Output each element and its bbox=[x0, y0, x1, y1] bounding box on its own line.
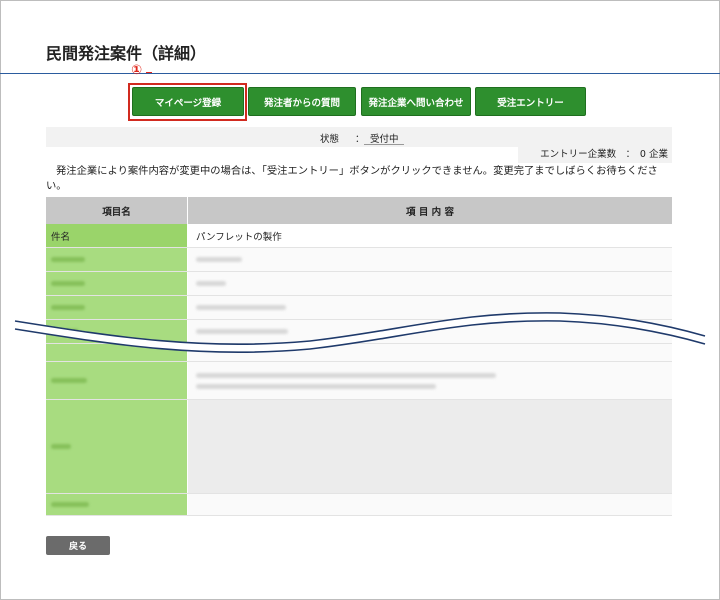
blurred-row bbox=[46, 400, 672, 494]
blurred-label bbox=[46, 400, 188, 493]
row-value-subject: パンフレットの製作 bbox=[188, 224, 672, 247]
table-row: 件名 パンフレットの製作 bbox=[46, 224, 672, 248]
omission-wave bbox=[14, 312, 707, 354]
order-entry-button[interactable]: 受注エントリー bbox=[475, 87, 586, 116]
status-value: 受付中 bbox=[370, 134, 399, 145]
blurred-value bbox=[188, 494, 672, 515]
callout-number: ① bbox=[131, 63, 143, 78]
blurred-label bbox=[46, 272, 188, 295]
blurred-row bbox=[46, 272, 672, 296]
blurred-value bbox=[188, 272, 672, 295]
back-button[interactable]: 戻る bbox=[46, 536, 110, 555]
table-header: 項目名 項 目 内 容 bbox=[46, 197, 672, 224]
inquire-client-button[interactable]: 発注企業へ問い合わせ bbox=[361, 87, 471, 116]
blurred-row bbox=[46, 248, 672, 272]
blurred-value bbox=[188, 248, 672, 271]
status-underline bbox=[364, 144, 404, 145]
notice-text: 発注企業により案件内容が変更中の場合は、「受注エントリー」ボタンがクリックできま… bbox=[46, 165, 658, 192]
status-label: 状態 bbox=[320, 134, 340, 145]
blurred-label bbox=[46, 362, 188, 399]
callout-highlight-box bbox=[128, 83, 247, 121]
status-colon: ： bbox=[355, 134, 365, 145]
blurred-value bbox=[188, 362, 672, 399]
entry-count: エントリー企業数 ： 0 企業 bbox=[518, 143, 672, 163]
page-title: 民間発注案件（詳細） bbox=[46, 44, 207, 63]
blurred-row bbox=[46, 494, 672, 516]
blurred-label bbox=[46, 494, 188, 515]
blurred-value bbox=[188, 400, 672, 493]
header-item-name: 項目名 bbox=[46, 197, 188, 224]
blurred-label bbox=[46, 248, 188, 271]
header-item-content: 項 目 内 容 bbox=[188, 197, 672, 224]
client-questions-button[interactable]: 発注者からの質問 bbox=[248, 87, 356, 116]
callout-line bbox=[146, 72, 152, 73]
row-label-subject: 件名 bbox=[46, 224, 188, 247]
blurred-row bbox=[46, 362, 672, 400]
title-divider bbox=[0, 73, 720, 74]
